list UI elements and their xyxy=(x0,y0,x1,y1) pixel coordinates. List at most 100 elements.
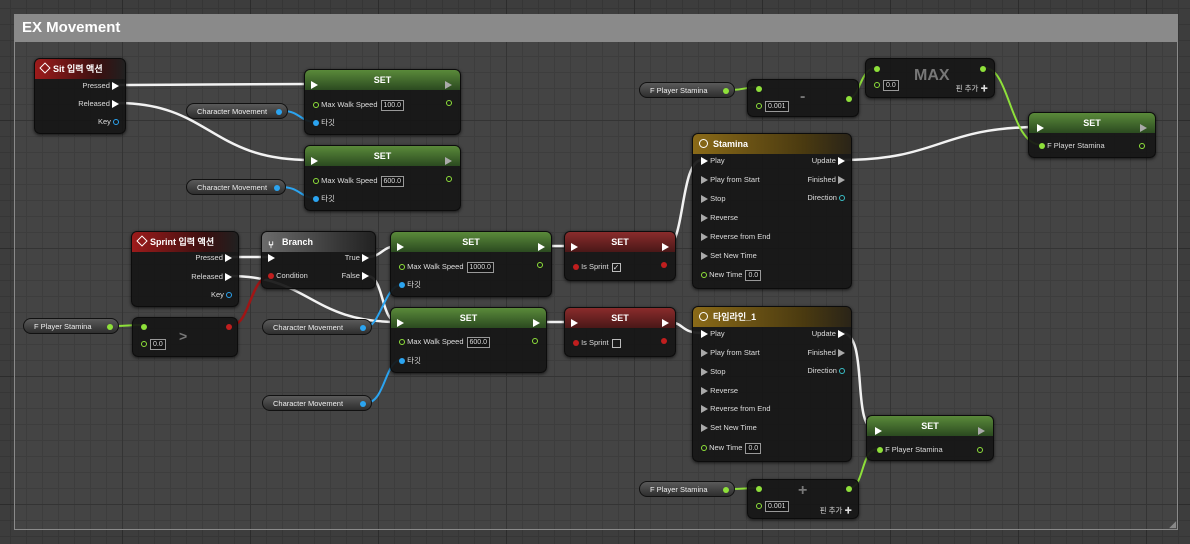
pin-direction[interactable]: Direction xyxy=(807,365,845,377)
checkbox-checked[interactable]: ✓ xyxy=(611,262,621,272)
float-pin-icon[interactable] xyxy=(313,102,319,109)
pin-exec-out[interactable] xyxy=(978,425,985,437)
exec-pin-icon[interactable] xyxy=(445,157,452,166)
pin-player-stamina[interactable]: F Player Stamina xyxy=(877,444,943,456)
float-pin-icon[interactable] xyxy=(532,338,538,345)
value-field[interactable]: 0.001 xyxy=(765,100,789,112)
exec-pin-icon[interactable] xyxy=(701,405,708,414)
checkbox-unchecked[interactable] xyxy=(611,338,621,348)
pin-max-walk-speed[interactable]: Max Walk Speed 100.0 xyxy=(313,99,405,111)
pin-a[interactable] xyxy=(874,63,880,75)
exec-pin-icon[interactable] xyxy=(701,368,708,377)
sit-input-action-node[interactable]: Sit 입력 액션 Pressed Released Key xyxy=(34,58,126,134)
object-pin-icon[interactable] xyxy=(313,196,319,203)
resize-grip-icon[interactable]: ◢ xyxy=(1169,519,1176,530)
float-pin-icon[interactable] xyxy=(874,82,880,89)
pin-released[interactable]: Released xyxy=(78,98,119,110)
float-pin-icon[interactable] xyxy=(846,486,852,493)
float-pin-icon[interactable] xyxy=(141,324,147,331)
exec-pin-icon[interactable] xyxy=(268,254,275,263)
pin-exec-in[interactable] xyxy=(571,317,578,329)
exec-pin-icon[interactable] xyxy=(445,81,452,90)
float-pin-icon[interactable] xyxy=(141,341,147,348)
set-max-walk-speed-node[interactable]: SET Max Walk Speed 1000.0 타깃 xyxy=(390,231,552,297)
set-is-sprint-node[interactable]: SET Is Sprint ✓ xyxy=(564,231,676,281)
pin-reverse-from-end[interactable]: Reverse from End xyxy=(701,403,771,415)
exec-pin-icon[interactable] xyxy=(362,254,369,263)
exec-pin-icon[interactable] xyxy=(1140,124,1147,133)
object-pin-icon[interactable] xyxy=(399,282,405,289)
pin-reverse[interactable]: Reverse xyxy=(701,212,738,224)
value-field[interactable]: 600.0 xyxy=(466,336,491,348)
exec-pin-icon[interactable] xyxy=(112,82,119,91)
blueprint-graph-canvas[interactable]: EX Movement Sit 입력 액션 Pressed Released K… xyxy=(0,0,1190,544)
value-field[interactable]: 0.0 xyxy=(745,442,762,454)
pin-exec-in[interactable] xyxy=(397,317,404,329)
bool-pin-icon[interactable] xyxy=(573,340,579,347)
pin-direction[interactable]: Direction xyxy=(807,192,845,204)
pin-new-time[interactable]: New Time 0.0 xyxy=(701,442,762,454)
float-pin-icon[interactable] xyxy=(399,339,405,346)
pin-finished[interactable]: Finished xyxy=(808,174,845,186)
character-movement-getter[interactable]: Character Movement xyxy=(186,103,288,119)
bool-pin-icon[interactable] xyxy=(661,262,667,269)
pin-released[interactable]: Released xyxy=(191,271,232,283)
pin-key[interactable]: Key xyxy=(98,116,119,128)
float-pin-icon[interactable] xyxy=(846,96,852,103)
pin-true[interactable]: True xyxy=(345,252,369,264)
pin-b[interactable]: 0.001 xyxy=(756,500,789,512)
exec-pin-icon[interactable] xyxy=(701,252,708,261)
key-pin-icon[interactable] xyxy=(226,292,232,299)
exec-pin-icon[interactable] xyxy=(978,427,985,436)
pin-exec-out[interactable] xyxy=(1140,122,1147,134)
pin-output[interactable] xyxy=(1139,140,1145,152)
pin-return[interactable] xyxy=(226,321,232,333)
float-pin-icon[interactable] xyxy=(107,324,113,330)
pin-output[interactable] xyxy=(532,335,538,347)
exec-pin-icon[interactable] xyxy=(838,330,845,339)
pin-output[interactable] xyxy=(446,97,452,109)
pin-new-time[interactable]: New Time 0.0 xyxy=(701,269,762,281)
pin-is-sprint[interactable]: Is Sprint ✓ xyxy=(573,261,621,273)
bool-pin-icon[interactable] xyxy=(573,264,579,271)
value-field[interactable]: 100.0 xyxy=(380,99,405,111)
exec-pin-icon[interactable] xyxy=(701,349,708,358)
float-pin-icon[interactable] xyxy=(756,103,762,110)
exec-pin-icon[interactable] xyxy=(701,176,708,185)
object-pin-icon[interactable] xyxy=(276,109,282,115)
exec-pin-icon[interactable] xyxy=(397,243,404,252)
float-pin-icon[interactable] xyxy=(723,487,729,493)
exec-pin-icon[interactable] xyxy=(311,157,318,166)
pin-exec-out[interactable] xyxy=(533,317,540,329)
pin-target[interactable]: 타깃 xyxy=(399,355,421,367)
pin-b[interactable]: 0.0 xyxy=(874,79,899,91)
pin-a[interactable] xyxy=(141,321,147,333)
character-movement-getter[interactable]: Character Movement xyxy=(262,395,372,411)
player-stamina-getter[interactable]: F Player Stamina xyxy=(639,481,735,497)
float-pin-icon[interactable] xyxy=(877,447,883,454)
float-pin-icon[interactable] xyxy=(1139,143,1145,150)
pin-return[interactable] xyxy=(846,93,852,105)
exec-pin-icon[interactable] xyxy=(397,319,404,328)
key-pin-icon[interactable] xyxy=(113,119,119,126)
pin-target[interactable]: 타깃 xyxy=(313,117,335,129)
exec-pin-icon[interactable] xyxy=(225,254,232,263)
pin-max-walk-speed[interactable]: Max Walk Speed 1000.0 xyxy=(399,261,494,273)
set-max-walk-speed-node[interactable]: SET Max Walk Speed 600.0 타깃 xyxy=(390,307,547,373)
float-pin-icon[interactable] xyxy=(980,66,986,73)
set-max-walk-speed-node[interactable]: SET Max Walk Speed 600.0 타깃 xyxy=(304,145,461,211)
value-field[interactable]: 600.0 xyxy=(380,175,405,187)
exec-pin-icon[interactable] xyxy=(538,243,545,252)
pin-condition[interactable]: Condition xyxy=(268,270,308,282)
enum-pin-icon[interactable] xyxy=(839,195,845,202)
character-movement-getter[interactable]: Character Movement xyxy=(186,179,286,195)
pin-finished[interactable]: Finished xyxy=(808,347,845,359)
exec-pin-icon[interactable] xyxy=(838,349,845,358)
exec-pin-icon[interactable] xyxy=(838,157,845,166)
pin-reverse-from-end[interactable]: Reverse from End xyxy=(701,231,771,243)
value-field[interactable]: 0.001 xyxy=(765,500,789,512)
timeline-stamina-node[interactable]: Stamina Play Play from Start Stop Revers… xyxy=(692,133,852,289)
pin-exec-in[interactable] xyxy=(311,155,318,167)
bool-pin-icon[interactable] xyxy=(226,324,232,331)
pin-update[interactable]: Update xyxy=(812,155,845,167)
